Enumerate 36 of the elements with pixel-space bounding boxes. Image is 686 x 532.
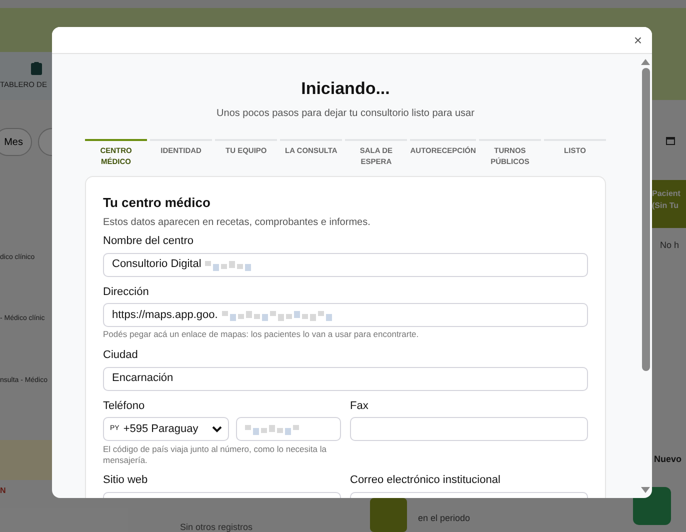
redaction-drawing: [205, 258, 254, 270]
clipboard-icon: [31, 62, 42, 75]
calendar-icon[interactable]: [666, 136, 675, 145]
column-header: N: [0, 485, 6, 497]
field-hint: Podés pegar acá un enlace de mapas: los pacientes lo van a usar para encontrarte.: [103, 329, 420, 340]
field-hint: El código de país viaja junto al número, como lo necesita la mensajería.: [103, 444, 328, 466]
field-label: Ciudad: [103, 348, 139, 363]
scrollbar-thumb[interactable]: [642, 68, 650, 371]
dialog-title: Iniciando...: [301, 78, 390, 100]
text-field[interactable]: Encarnación: [103, 366, 588, 390]
section-title: Tu centro médico: [103, 194, 212, 212]
fax-field[interactable]: [350, 417, 588, 441]
field-label: Teléfono: [103, 398, 146, 414]
redaction-drawing: [245, 423, 301, 435]
table-row-highlight: [0, 440, 52, 480]
chevron-down-icon: [212, 426, 222, 432]
scroll-down-icon[interactable]: [641, 487, 650, 493]
field-label: Fax: [350, 398, 370, 414]
field-label: Dirección: [103, 284, 150, 300]
text-field[interactable]: https://maps.app.goo.: [103, 303, 588, 327]
stat-icon: [370, 498, 407, 532]
dialog-subtitle: Unos pocos pasos para dejar tu consultorio listo para usar: [216, 106, 474, 120]
field-label: Sitio web: [103, 473, 149, 488]
field-label: Nombre del centro: [103, 234, 194, 249]
text-field[interactable]: Consultorio Digital: [103, 252, 588, 276]
card-title: Nuevo: [654, 453, 682, 466]
field-label: Correo electrónico institucional: [350, 473, 502, 488]
side-card-header: Pacient (Sin Tu: [652, 180, 686, 228]
empty-text: No h: [660, 239, 680, 252]
scroll-up-icon[interactable]: [641, 59, 650, 65]
close-button[interactable]: ×: [634, 33, 642, 47]
stat-caption: en el periodo: [418, 512, 470, 525]
phone-field[interactable]: [236, 417, 341, 441]
empty-text: Sin otros registros: [180, 521, 253, 532]
section-description: Estos datos aparecen en recetas, comprobantes e informes.: [103, 216, 372, 230]
period-button[interactable]: Mes: [0, 128, 32, 156]
